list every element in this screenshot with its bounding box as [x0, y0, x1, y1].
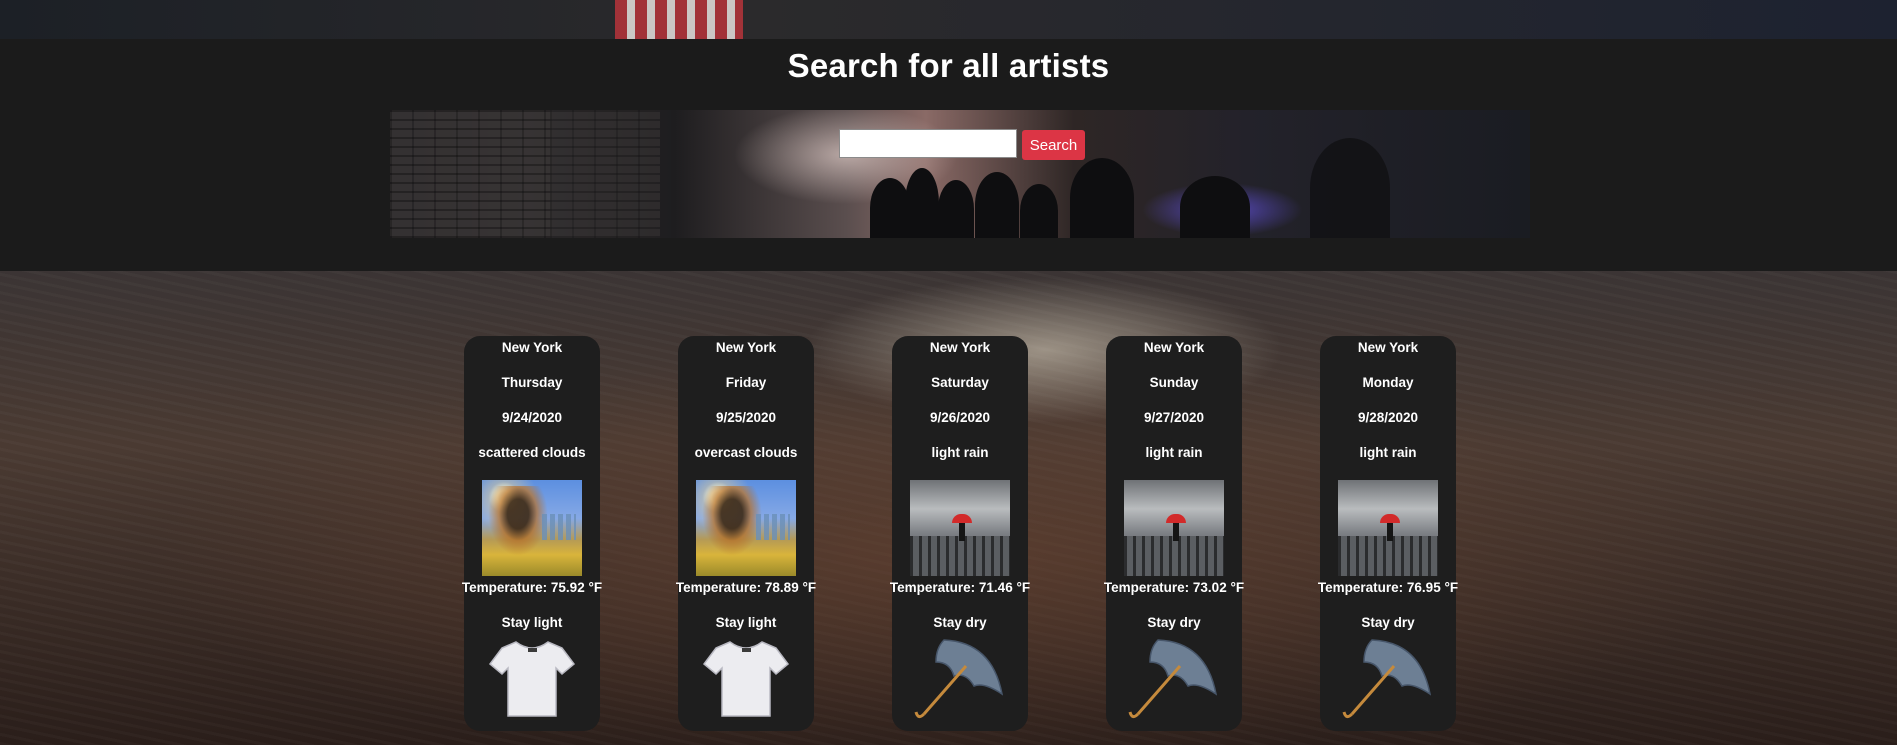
rainy-pier-icon — [1338, 480, 1438, 576]
condition-label: light rain — [1359, 445, 1417, 460]
search-button[interactable]: Search — [1022, 130, 1085, 160]
t-shirt-icon — [702, 641, 790, 717]
city-label: New York — [501, 340, 563, 355]
umbrella-icon — [1342, 639, 1432, 719]
day-label: Saturday — [931, 375, 989, 390]
temperature-label: Temperature: 73.02 °F — [1103, 580, 1245, 595]
crowd-silhouette — [975, 172, 1019, 238]
advice-label: Stay light — [715, 615, 777, 630]
forecast-card: New York Sunday 9/27/2020 light rain Tem… — [1104, 336, 1244, 731]
forecast-card: New York Friday 9/25/2020 overcast cloud… — [676, 336, 816, 731]
day-label: Thursday — [501, 375, 563, 390]
day-label: Monday — [1362, 375, 1414, 390]
sunny-park-icon — [696, 480, 796, 576]
page-title: Search for all artists — [787, 47, 1110, 84]
crowd-silhouette — [1020, 184, 1058, 238]
rainy-pier-icon — [1124, 480, 1224, 576]
t-shirt-icon — [488, 641, 576, 717]
day-label: Friday — [725, 375, 767, 390]
crowd-silhouette — [1070, 158, 1134, 238]
day-label: Sunday — [1149, 375, 1199, 390]
crowd-silhouette — [1180, 176, 1250, 238]
crowd-silhouette — [870, 178, 910, 238]
temperature-label: Temperature: 78.89 °F — [675, 580, 817, 595]
umbrella-icon — [1128, 639, 1218, 719]
flag-image — [615, 0, 743, 39]
condition-label: scattered clouds — [478, 445, 586, 460]
advice-label: Stay light — [501, 615, 563, 630]
date-label: 9/27/2020 — [1143, 410, 1205, 425]
date-label: 9/28/2020 — [1357, 410, 1419, 425]
temperature-label: Temperature: 75.92 °F — [461, 580, 603, 595]
brick-wall — [390, 110, 550, 238]
city-label: New York — [1357, 340, 1419, 355]
advice-label: Stay dry — [1147, 615, 1201, 630]
date-label: 9/26/2020 — [929, 410, 991, 425]
forecast-list: New York Thursday 9/24/2020 scattered cl… — [0, 336, 1897, 731]
forecast-card: New York Saturday 9/26/2020 light rain T… — [890, 336, 1030, 731]
crowd-silhouette — [1310, 138, 1390, 238]
city-label: New York — [715, 340, 777, 355]
temperature-label: Temperature: 71.46 °F — [889, 580, 1031, 595]
sunny-park-icon — [482, 480, 582, 576]
city-label: New York — [1143, 340, 1205, 355]
rainy-pier-icon — [910, 480, 1010, 576]
date-label: 9/24/2020 — [501, 410, 563, 425]
condition-label: light rain — [1145, 445, 1203, 460]
advice-label: Stay dry — [933, 615, 987, 630]
brick-wall — [550, 110, 660, 238]
condition-label: light rain — [931, 445, 989, 460]
forecast-card: New York Monday 9/28/2020 light rain Tem… — [1318, 336, 1458, 731]
temperature-label: Temperature: 76.95 °F — [1317, 580, 1459, 595]
crowd-silhouette — [938, 180, 974, 238]
background-top-strip — [0, 0, 1897, 39]
umbrella-icon — [914, 639, 1004, 719]
advice-label: Stay dry — [1361, 615, 1415, 630]
search-input[interactable] — [839, 129, 1017, 158]
condition-label: overcast clouds — [694, 445, 798, 460]
date-label: 9/25/2020 — [715, 410, 777, 425]
forecast-card: New York Thursday 9/24/2020 scattered cl… — [462, 336, 602, 731]
crowd-silhouette — [905, 168, 939, 238]
city-label: New York — [929, 340, 991, 355]
